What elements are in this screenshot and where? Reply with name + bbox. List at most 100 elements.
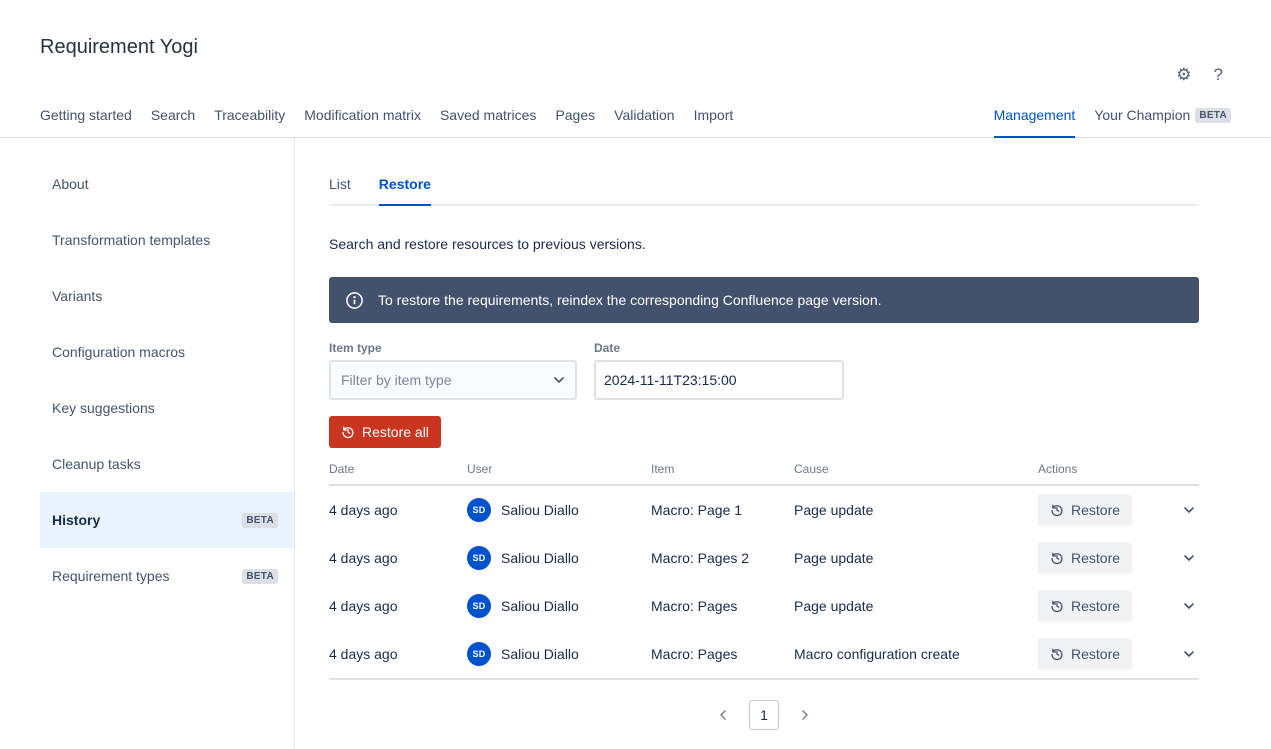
row-actions: Restore <box>1038 494 1199 526</box>
sidebar-item-label: Transformation templates <box>52 232 210 248</box>
column-header-cause: Cause <box>794 462 1038 476</box>
sidebar-item-label: Configuration macros <box>52 344 185 360</box>
sidebar-item-key-suggestions[interactable]: Key suggestions <box>40 380 294 436</box>
tab-modification-matrix[interactable]: Modification matrix <box>304 107 421 138</box>
sidebar-item-label: Requirement types <box>52 568 170 584</box>
beta-badge: BETA <box>242 569 278 584</box>
history-icon <box>1050 551 1064 565</box>
tab-getting-started[interactable]: Getting started <box>40 107 132 138</box>
row-cause: Macro configuration create <box>794 646 1038 662</box>
help-icon[interactable]: ? <box>1214 66 1223 83</box>
row-user: SD Saliou Diallo <box>467 642 651 666</box>
restore-button-label: Restore <box>1071 646 1120 662</box>
history-icon <box>341 425 355 439</box>
row-cause: Page update <box>794 550 1038 566</box>
user-name: Saliou Diallo <box>501 502 579 518</box>
date-input[interactable] <box>594 360 844 400</box>
sidebar-item-history[interactable]: History BETA <box>40 492 294 548</box>
table-row: 4 days ago SD Saliou Diallo Macro: Pages… <box>329 534 1199 582</box>
row-item: Macro: Pages <box>651 598 794 614</box>
restore-button[interactable]: Restore <box>1038 542 1132 574</box>
restore-button[interactable]: Restore <box>1038 590 1132 622</box>
page-number[interactable]: 1 <box>749 700 779 730</box>
tab-management[interactable]: Management <box>994 107 1076 138</box>
chevron-down-icon <box>551 372 567 388</box>
sidebar: About Transformation templates Variants … <box>40 138 295 749</box>
sidebar-item-about[interactable]: About <box>40 156 294 212</box>
restore-button[interactable]: Restore <box>1038 494 1132 526</box>
tab-saved-matrices[interactable]: Saved matrices <box>440 107 536 138</box>
restore-button-label: Restore <box>1071 598 1120 614</box>
sidebar-item-label: Variants <box>52 288 102 304</box>
previous-page-icon[interactable] <box>715 707 731 723</box>
sidebar-item-label: Cleanup tasks <box>52 456 141 472</box>
restore-button-label: Restore <box>1071 550 1120 566</box>
settings-gear-icon[interactable]: ⚙ <box>1176 66 1191 83</box>
table-row: 4 days ago SD Saliou Diallo Macro: Pages… <box>329 582 1199 630</box>
item-type-select[interactable]: Filter by item type <box>329 360 577 400</box>
page-header: Requirement Yogi ⚙ ? <box>0 0 1271 59</box>
restore-all-button[interactable]: Restore all <box>329 416 441 448</box>
section-description: Search and restore resources to previous… <box>329 236 1199 252</box>
row-date: 4 days ago <box>329 550 467 566</box>
restore-button-label: Restore <box>1071 502 1120 518</box>
chevron-down-icon[interactable] <box>1181 550 1197 566</box>
avatar: SD <box>467 498 491 522</box>
restore-all-label: Restore all <box>362 424 429 440</box>
top-nav-left: Getting started Search Traceability Modi… <box>40 107 733 137</box>
beta-badge: BETA <box>242 513 278 528</box>
table-row: 4 days ago SD Saliou Diallo Macro: Pages… <box>329 630 1199 678</box>
chevron-down-icon[interactable] <box>1181 502 1197 518</box>
chevron-down-icon[interactable] <box>1181 646 1197 662</box>
main-content: List Restore Search and restore resource… <box>295 138 1271 749</box>
beta-badge: BETA <box>1195 108 1231 123</box>
row-actions: Restore <box>1038 590 1199 622</box>
row-date: 4 days ago <box>329 646 467 662</box>
row-item: Macro: Pages <box>651 646 794 662</box>
pagination: 1 <box>329 700 1199 730</box>
row-date: 4 days ago <box>329 598 467 614</box>
user-name: Saliou Diallo <box>501 550 579 566</box>
table-header-row: Date User Item Cause Actions <box>329 462 1199 486</box>
tab-list[interactable]: List <box>329 176 351 206</box>
tab-restore[interactable]: Restore <box>379 176 431 206</box>
avatar: SD <box>467 594 491 618</box>
avatar: SD <box>467 546 491 570</box>
row-user: SD Saliou Diallo <box>467 546 651 570</box>
date-label: Date <box>594 341 844 355</box>
sidebar-item-configuration-macros[interactable]: Configuration macros <box>40 324 294 380</box>
info-icon <box>345 291 364 310</box>
date-field: Date <box>594 341 844 400</box>
row-item: Macro: Pages 2 <box>651 550 794 566</box>
sidebar-item-transformation-templates[interactable]: Transformation templates <box>40 212 294 268</box>
row-actions: Restore <box>1038 542 1199 574</box>
row-cause: Page update <box>794 598 1038 614</box>
row-cause: Page update <box>794 502 1038 518</box>
next-page-icon[interactable] <box>797 707 813 723</box>
column-header-actions: Actions <box>1038 462 1199 476</box>
history-table: Date User Item Cause Actions 4 days ago … <box>329 462 1199 680</box>
tab-import[interactable]: Import <box>694 107 734 138</box>
avatar: SD <box>467 642 491 666</box>
sidebar-item-label: History <box>52 512 100 528</box>
history-icon <box>1050 647 1064 661</box>
tab-validation[interactable]: Validation <box>614 107 674 138</box>
sidebar-item-requirement-types[interactable]: Requirement types BETA <box>40 548 294 604</box>
filters-row: Item type Filter by item type Date <box>329 341 1199 400</box>
tab-your-champion-label: Your Champion <box>1094 107 1190 123</box>
sidebar-item-cleanup-tasks[interactable]: Cleanup tasks <box>40 436 294 492</box>
row-user: SD Saliou Diallo <box>467 594 651 618</box>
tab-pages[interactable]: Pages <box>555 107 595 138</box>
sidebar-item-label: About <box>52 176 89 192</box>
tab-your-champion[interactable]: Your Champion BETA <box>1094 107 1231 138</box>
item-type-label: Item type <box>329 341 577 355</box>
restore-section-tabs: List Restore <box>329 176 1199 206</box>
sidebar-item-variants[interactable]: Variants <box>40 268 294 324</box>
item-type-field: Item type Filter by item type <box>329 341 577 400</box>
tab-traceability[interactable]: Traceability <box>214 107 285 138</box>
item-type-select-placeholder: Filter by item type <box>341 372 451 388</box>
history-icon <box>1050 599 1064 613</box>
tab-search[interactable]: Search <box>151 107 195 138</box>
restore-button[interactable]: Restore <box>1038 638 1132 670</box>
chevron-down-icon[interactable] <box>1181 598 1197 614</box>
